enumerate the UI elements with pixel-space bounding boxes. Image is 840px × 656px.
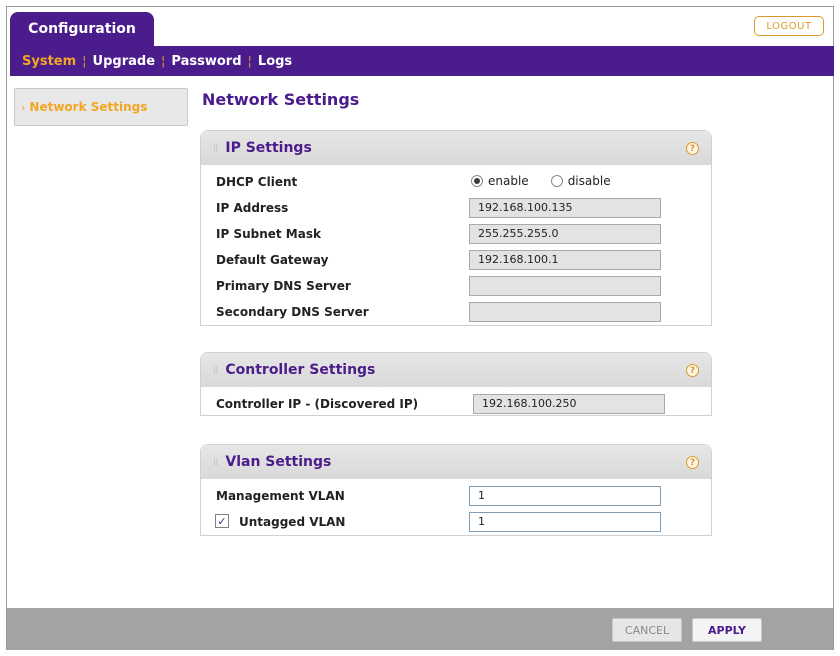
ip-settings-title: IP Settings	[225, 140, 312, 156]
arrow-right-icon: ›	[21, 100, 26, 114]
primary-dns-row: Primary DNS Server	[201, 273, 711, 299]
controller-ip-label: Controller IP - (Discovered IP)	[216, 397, 419, 411]
controller-ip-field[interactable]: 192.168.100.250	[473, 394, 665, 414]
controller-settings-panel: ⁞⁞ Controller Settings ? Controller IP -…	[200, 352, 712, 416]
menu-item-logs[interactable]: Logs	[252, 54, 298, 69]
dhcp-radio-group: enable disable	[471, 174, 633, 188]
vlan-settings-panel: ⁞⁞ Vlan Settings ? Management VLAN 1 ✓ U…	[200, 444, 712, 536]
subnet-mask-label: IP Subnet Mask	[216, 227, 321, 241]
subnet-mask-row: IP Subnet Mask 255.255.255.0	[201, 221, 711, 247]
untagged-vlan-checkbox[interactable]: ✓	[215, 514, 229, 528]
untagged-vlan-row: ✓ Untagged VLAN 1	[201, 509, 711, 535]
untagged-vlan-label: Untagged VLAN	[239, 515, 346, 529]
vlan-settings-header: ⁞⁞ Vlan Settings ?	[201, 445, 711, 479]
help-icon[interactable]: ?	[686, 456, 699, 469]
menu-item-upgrade[interactable]: Upgrade	[87, 54, 161, 69]
page-title: Network Settings	[202, 90, 360, 109]
default-gateway-row: Default Gateway 192.168.100.1	[201, 247, 711, 273]
dhcp-enable-label: enable	[488, 174, 529, 188]
management-vlan-row: Management VLAN 1	[201, 483, 711, 509]
ip-address-field[interactable]: 192.168.100.135	[469, 198, 661, 218]
controller-settings-title: Controller Settings	[225, 362, 376, 378]
drag-grip-icon: ⁞⁞	[213, 142, 218, 154]
drag-grip-icon: ⁞⁞	[213, 364, 218, 376]
management-vlan-label: Management VLAN	[216, 489, 345, 503]
primary-dns-label: Primary DNS Server	[216, 279, 351, 293]
dhcp-disable-radio[interactable]	[550, 175, 563, 187]
controller-settings-header: ⁞⁞ Controller Settings ?	[201, 353, 711, 387]
secondary-dns-row: Secondary DNS Server	[201, 299, 711, 325]
tab-configuration-label: Configuration	[28, 21, 136, 37]
help-icon[interactable]: ?	[686, 142, 699, 155]
cancel-label: CANCEL	[624, 623, 670, 637]
secondary-dns-label: Secondary DNS Server	[216, 305, 369, 319]
ip-settings-header: ⁞⁞ IP Settings ?	[201, 131, 711, 165]
menu-item-system[interactable]: System	[16, 54, 82, 69]
controller-ip-row: Controller IP - (Discovered IP) 192.168.…	[201, 391, 711, 417]
logout-label: LOGOUT	[766, 20, 812, 32]
vlan-settings-title: Vlan Settings	[225, 454, 332, 470]
help-icon[interactable]: ?	[686, 364, 699, 377]
untagged-vlan-field[interactable]: 1	[469, 512, 661, 532]
subnet-mask-field[interactable]: 255.255.255.0	[469, 224, 661, 244]
dhcp-enable-radio[interactable]	[471, 175, 483, 187]
default-gateway-field[interactable]: 192.168.100.1	[469, 250, 661, 270]
dhcp-client-row: DHCP Client enable disable	[201, 169, 711, 195]
sidebar-item-label: Network Settings	[29, 100, 148, 114]
sidebar-item-network-settings[interactable]: › Network Settings	[14, 88, 188, 126]
apply-label: APPLY	[708, 623, 746, 637]
dhcp-client-label: DHCP Client	[216, 175, 298, 189]
dhcp-disable-label: disable	[567, 174, 611, 188]
logout-button[interactable]: LOGOUT	[754, 16, 824, 36]
ip-address-label: IP Address	[216, 201, 289, 215]
cancel-button[interactable]: CANCEL	[612, 618, 682, 642]
menu-bar: System ¦ Upgrade ¦ Password ¦ Logs	[10, 46, 834, 76]
apply-button[interactable]: APPLY	[692, 618, 762, 642]
ip-settings-panel: ⁞⁞ IP Settings ? DHCP Client enable disa…	[200, 130, 712, 326]
ip-address-row: IP Address 192.168.100.135	[201, 195, 711, 221]
drag-grip-icon: ⁞⁞	[213, 456, 218, 468]
menu-item-password[interactable]: Password	[165, 54, 247, 69]
primary-dns-field[interactable]	[469, 276, 661, 296]
default-gateway-label: Default Gateway	[216, 253, 329, 267]
secondary-dns-field[interactable]	[469, 302, 661, 322]
management-vlan-field[interactable]: 1	[469, 486, 661, 506]
tab-configuration[interactable]: Configuration	[10, 12, 154, 46]
